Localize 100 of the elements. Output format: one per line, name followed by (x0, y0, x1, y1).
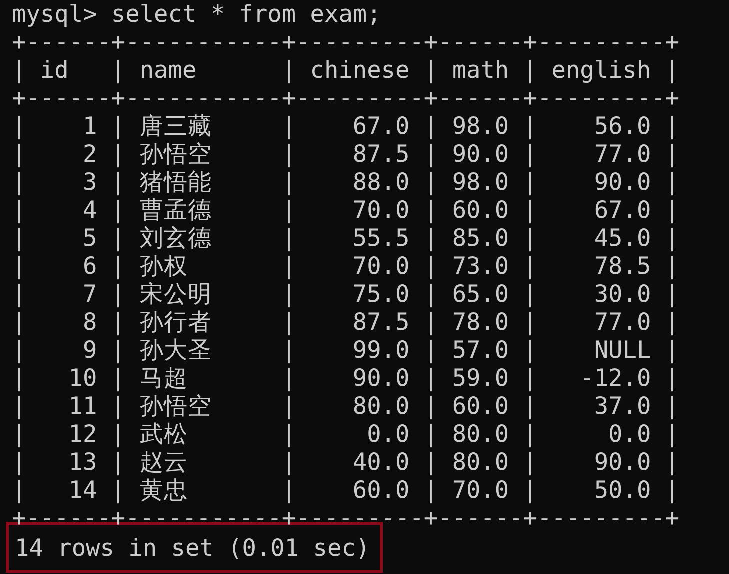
column-separator: | (282, 392, 296, 420)
column-separator: | (424, 392, 438, 420)
column-separator: | (282, 140, 296, 168)
table-cell: 黄忠 (140, 476, 188, 504)
table-cell: 70.0 (352, 196, 410, 224)
table-cell: 马超 (140, 364, 188, 392)
column-separator: | (424, 448, 438, 476)
column-separator: | (424, 224, 438, 252)
table-cell: 37.0 (594, 392, 652, 420)
column-separator: | (424, 420, 438, 448)
column-separator: | (424, 140, 438, 168)
column-separator: | (523, 280, 538, 308)
table-cell: 3 (83, 168, 98, 196)
column-separator: | (665, 336, 680, 364)
table-cell: 5 (83, 224, 98, 252)
column-separator: | (282, 420, 296, 448)
column-separator: | (665, 448, 680, 476)
table-cell: 90.0 (594, 448, 652, 476)
column-separator: | (665, 112, 680, 140)
table-cell: 11 (68, 392, 98, 420)
column-separator: | (523, 140, 538, 168)
column-separator: | (424, 196, 438, 224)
column-separator: | (665, 392, 680, 420)
table-cell: 98.0 (452, 168, 510, 196)
column-header: english (552, 56, 652, 84)
column-separator: | (111, 420, 126, 448)
table-cell: 7 (83, 280, 98, 308)
table-cell: 59.0 (452, 364, 510, 392)
table-cell: 孙大圣 (140, 336, 212, 364)
table-cell: 87.5 (352, 140, 410, 168)
column-header: chinese (310, 56, 410, 84)
table-cell: 90.0 (352, 364, 410, 392)
column-separator: | (111, 392, 126, 420)
column-separator: | (424, 252, 438, 280)
table-cell: 8 (83, 308, 98, 336)
column-separator: | (282, 364, 296, 392)
table-cell: 孙悟空 (140, 392, 212, 420)
table-cell: 唐三藏 (140, 112, 212, 140)
column-separator: | (424, 56, 438, 84)
table-cell: -12.0 (580, 364, 652, 392)
column-separator: | (665, 420, 680, 448)
table-cell: 9 (83, 336, 98, 364)
column-separator: | (523, 224, 538, 252)
column-separator: | (523, 448, 538, 476)
table-cell: 85.0 (452, 224, 510, 252)
table-cell: 80.0 (352, 392, 410, 420)
table-cell: 12 (68, 420, 98, 448)
column-separator: | (424, 364, 438, 392)
table-cell: 10 (68, 364, 98, 392)
column-separator: | (12, 280, 26, 308)
table-cell: 猪悟能 (140, 168, 212, 196)
column-separator: | (12, 336, 26, 364)
table-cell: 77.0 (594, 140, 652, 168)
column-separator: | (111, 252, 126, 280)
table-cell: 武松 (140, 420, 188, 448)
table-cell: 14 (68, 476, 98, 504)
column-separator: | (665, 224, 680, 252)
table-cell: 80.0 (452, 420, 510, 448)
column-separator: | (424, 336, 438, 364)
table-cell: 90.0 (594, 168, 652, 196)
column-separator: | (665, 252, 680, 280)
table-cell: 0.0 (367, 420, 410, 448)
table-cell: 57.0 (452, 336, 510, 364)
table-cell: 73.0 (452, 252, 510, 280)
column-separator: | (665, 308, 680, 336)
column-separator: | (12, 56, 26, 84)
result-summary: 14 rows in set (0.01 sec) (15, 534, 370, 562)
table-cell: 30.0 (594, 280, 652, 308)
column-separator: | (12, 392, 26, 420)
table-cell: 60.0 (352, 476, 410, 504)
column-separator: | (523, 420, 538, 448)
table-cell: 67.0 (352, 112, 410, 140)
column-separator: | (12, 364, 26, 392)
column-separator: | (282, 252, 296, 280)
table-cell: 13 (68, 448, 98, 476)
table-cell: 78.0 (452, 308, 510, 336)
column-separator: | (424, 308, 438, 336)
column-separator: | (111, 140, 126, 168)
column-separator: | (12, 168, 26, 196)
column-separator: | (12, 112, 26, 140)
table-cell: 99.0 (352, 336, 410, 364)
table-cell: 50.0 (594, 476, 652, 504)
column-separator: | (282, 336, 296, 364)
table-cell: 90.0 (452, 140, 510, 168)
table-cell: 45.0 (594, 224, 652, 252)
column-separator: | (665, 364, 680, 392)
table-cell: 87.5 (352, 308, 410, 336)
command-line: mysql> select * from exam; (12, 0, 382, 28)
column-separator: | (523, 196, 538, 224)
column-separator: | (665, 280, 680, 308)
table-cell: 88.0 (352, 168, 410, 196)
table-cell: 1 (83, 112, 98, 140)
column-separator: | (523, 364, 538, 392)
column-separator: | (282, 112, 296, 140)
column-separator: | (282, 280, 296, 308)
column-separator: | (665, 56, 680, 84)
table-cell: 55.5 (352, 224, 410, 252)
column-separator: | (523, 308, 538, 336)
column-separator: | (523, 336, 538, 364)
column-separator: | (523, 252, 538, 280)
